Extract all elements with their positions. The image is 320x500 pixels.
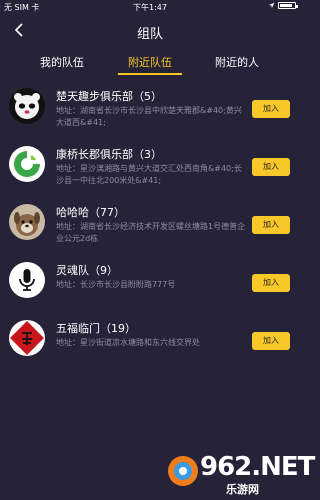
watermark-logo-icon [168, 456, 198, 486]
status-bar: 无 SIM 卡 下午1:47 [0, 0, 300, 14]
status-time: 下午1:47 [133, 3, 167, 12]
list-item[interactable]: 楚天趣步俱乐部（5） 地址：湖南省长沙市长沙县中欣楚天雅郡&#40;黄兴大道西&… [0, 84, 300, 144]
tab-bar: 我的队伍 附近队伍 附近的人 [0, 46, 300, 76]
team-address: 地址：星沙街道凉水塘路和东六线交界处 [56, 338, 200, 347]
tab-nearby-teams[interactable]: 附近队伍 [128, 54, 172, 70]
page-title: 组队 [136, 27, 163, 42]
list-item[interactable]: 康桥长郡俱乐部（3） 地址：星沙漓湘路与黄兴大道交汇处西南角&#40;长沙县一中… [0, 142, 300, 202]
avatar [9, 88, 45, 124]
team-address: 地址：湖南省长沙市长沙县中欣楚天雅郡&#40;黄兴大道西&#41; [56, 106, 242, 127]
join-button[interactable]: 加入 [252, 332, 290, 350]
join-button[interactable]: 加入 [252, 274, 290, 292]
team-name: 灵魂队（9） [56, 264, 118, 277]
tab-nearby-people[interactable]: 附近的人 [215, 54, 259, 70]
list-item[interactable]: 五福临门（19） 地址：星沙街道凉水塘路和东六线交界处 加入 [0, 316, 300, 376]
avatar [9, 320, 45, 356]
watermark-subtitle: 乐游网 [226, 483, 259, 496]
team-address: 地址：长沙市长沙县盼盼路777号 [56, 280, 176, 289]
team-name: 哈哈哈（77） [56, 206, 125, 219]
watermark: 962.NET 乐游网 [164, 450, 315, 496]
join-button[interactable]: 加入 [252, 100, 290, 118]
join-button[interactable]: 加入 [252, 158, 290, 176]
team-address: 地址：湖南省长沙经济技术开发区螺丝塘路1号德普企业公元2d栋 [56, 222, 246, 243]
avatar [9, 204, 45, 240]
list-item[interactable]: 灵魂队（9） 地址：长沙市长沙县盼盼路777号 加入 [0, 258, 300, 318]
status-right [268, 2, 298, 9]
location-arrow-icon [268, 2, 275, 9]
green-swirl-logo-icon [9, 146, 45, 182]
nav-bar: 组队 [0, 14, 300, 46]
fu-seal-avatar-icon [9, 320, 45, 356]
team-name: 康桥长郡俱乐部（3） [56, 148, 162, 161]
battery-icon [278, 2, 298, 9]
panda-avatar-icon [9, 88, 45, 124]
active-tab-indicator [118, 73, 182, 75]
tab-my-team[interactable]: 我的队伍 [40, 54, 84, 70]
team-name: 楚天趣步俱乐部（5） [56, 90, 162, 103]
team-name: 五福临门（19） [56, 322, 136, 335]
dog-photo-avatar-icon [9, 204, 45, 240]
avatar [9, 146, 45, 182]
list-item[interactable]: 哈哈哈（77） 地址：湖南省长沙经济技术开发区螺丝塘路1号德普企业公元2d栋 加… [0, 200, 300, 260]
avatar [9, 262, 45, 298]
watermark-brand: 962.NET [200, 452, 315, 482]
microphone-icon [9, 262, 45, 298]
join-button[interactable]: 加入 [252, 216, 290, 234]
team-address: 地址：星沙漓湘路与黄兴大道交汇处西南角&#40;长沙县一中往北200米处&#41… [56, 164, 242, 185]
